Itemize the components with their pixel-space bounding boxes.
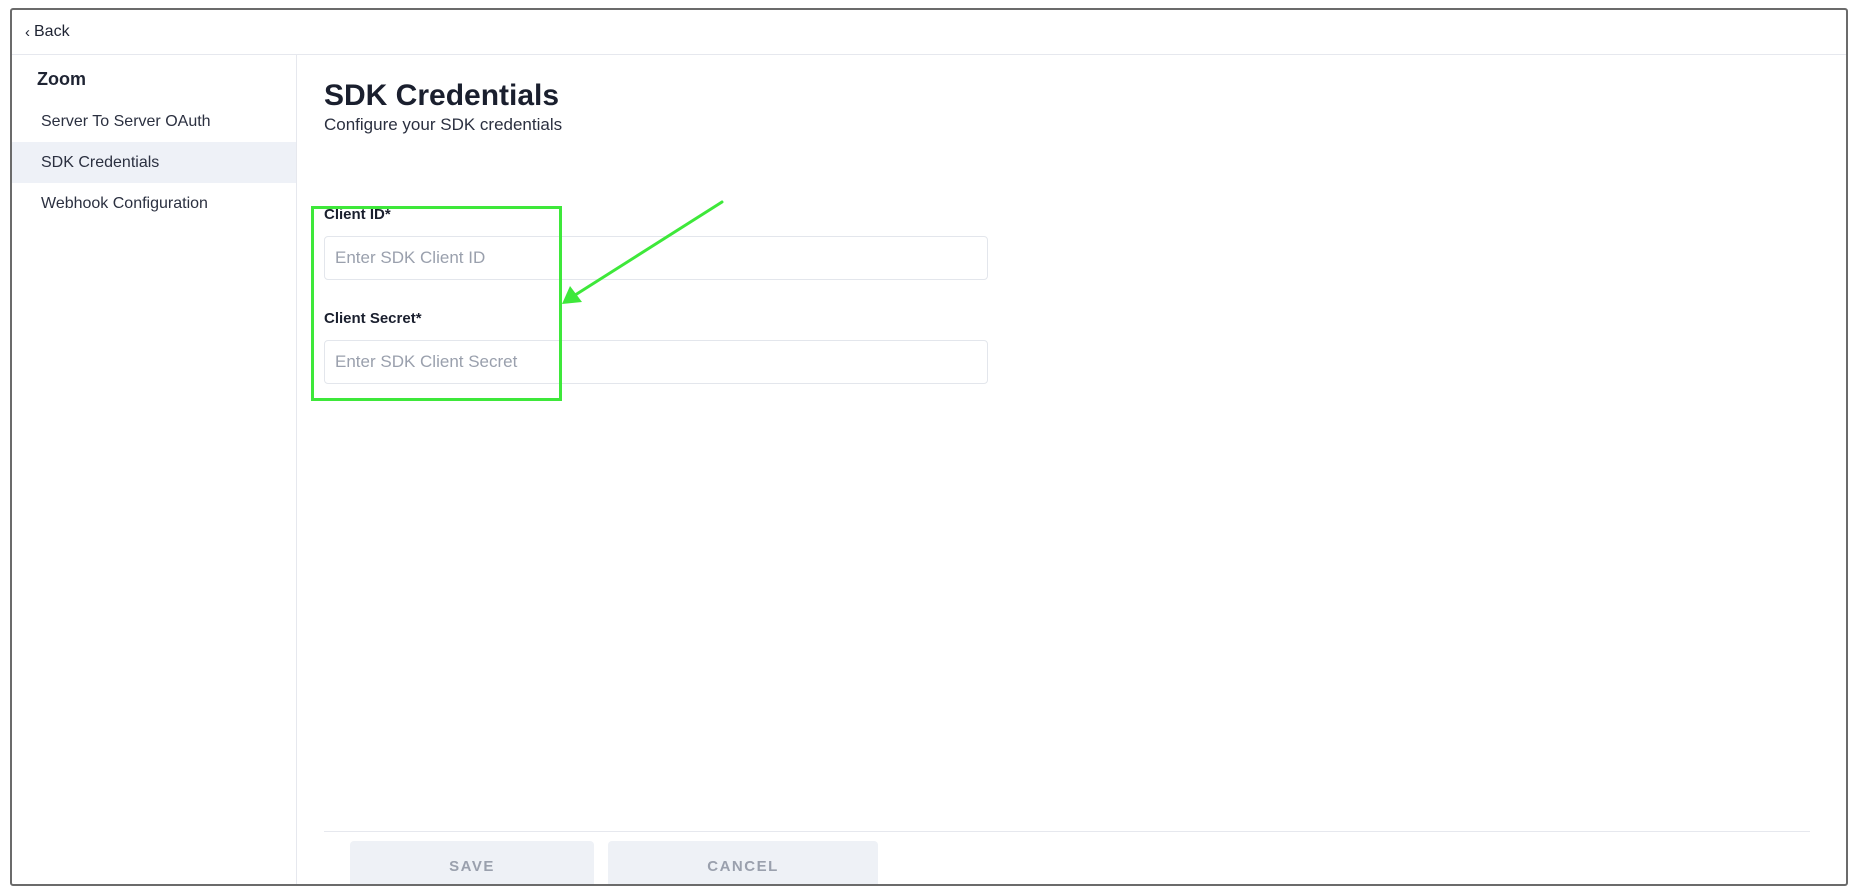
- cancel-button[interactable]: CANCEL: [608, 841, 878, 884]
- footer-divider: [324, 831, 1810, 832]
- sidebar-item-sdk-credentials[interactable]: SDK Credentials: [12, 142, 296, 183]
- back-link[interactable]: ‹ Back: [12, 23, 70, 41]
- client-id-input[interactable]: [324, 236, 988, 280]
- top-bar: ‹ Back: [12, 10, 1846, 55]
- client-secret-label: Client Secret*: [324, 310, 422, 327]
- sidebar: Zoom Server To Server OAuth SDK Credenti…: [12, 55, 297, 884]
- chevron-left-icon: ‹: [25, 23, 30, 41]
- client-id-label: Client ID*: [324, 206, 391, 223]
- sidebar-heading: Zoom: [37, 69, 86, 89]
- main-content: SDK Credentials Configure your SDK crede…: [297, 55, 1846, 884]
- save-button[interactable]: SAVE: [350, 841, 594, 884]
- page-title: SDK Credentials: [324, 79, 560, 112]
- sidebar-item-webhook-configuration[interactable]: Webhook Configuration: [12, 183, 296, 224]
- back-label: Back: [34, 23, 70, 40]
- page-subtitle: Configure your SDK credentials: [324, 115, 563, 134]
- sidebar-item-server-to-server-oauth[interactable]: Server To Server OAuth: [12, 101, 296, 142]
- app-window: ‹ Back Zoom Server To Server OAuth SDK C…: [10, 8, 1848, 886]
- client-secret-input[interactable]: [324, 340, 988, 384]
